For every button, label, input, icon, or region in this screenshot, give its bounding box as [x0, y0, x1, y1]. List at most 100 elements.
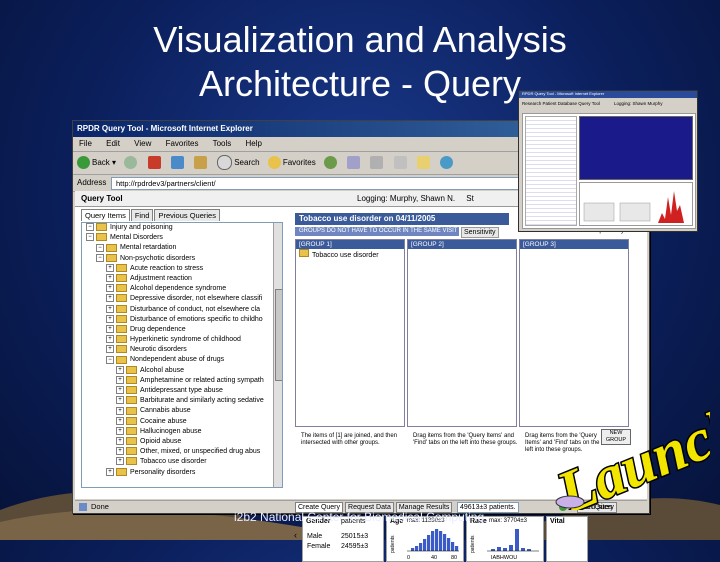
results-prev-arrow[interactable]: ‹ — [294, 530, 297, 540]
folder-icon — [126, 426, 137, 435]
tree-item[interactable]: + Depressive disorder, not elsewhere clas… — [82, 294, 282, 304]
expand-toggle-icon[interactable]: − — [106, 355, 114, 364]
expand-toggle-icon[interactable]: + — [116, 437, 124, 446]
tree-item[interactable]: + Cocaine abuse — [82, 416, 282, 427]
back-button[interactable]: Back ▾ — [77, 152, 116, 174]
messenger-button[interactable] — [440, 152, 455, 174]
forward-button[interactable] — [124, 152, 139, 174]
expand-toggle-icon[interactable]: + — [106, 314, 114, 323]
expand-toggle-icon[interactable]: + — [106, 294, 114, 303]
expand-toggle-icon[interactable]: − — [96, 253, 104, 262]
group-2[interactable]: [GROUP 2] — [407, 239, 517, 427]
favorites-star-icon — [267, 156, 281, 170]
tree-item[interactable]: + Disturbance of conduct, not elsewhere c… — [82, 304, 282, 315]
age-bar — [431, 531, 435, 551]
folder-icon — [126, 437, 137, 446]
folder-icon — [116, 345, 127, 354]
tree-item[interactable]: − Mental retardation — [82, 243, 282, 253]
tree-item[interactable]: + Neurotic disorders — [82, 345, 282, 355]
expand-toggle-icon[interactable]: + — [106, 284, 114, 293]
menu-file[interactable]: File — [79, 139, 92, 148]
expand-toggle-icon[interactable]: + — [106, 274, 114, 283]
tree-item[interactable]: + Alcohol dependence syndrome — [82, 284, 282, 294]
group-1[interactable]: [GROUP 1] Tobacco use disorder — [295, 239, 405, 427]
rocket-icon — [555, 495, 585, 509]
favorites-button[interactable]: Favorites — [267, 152, 316, 174]
tree-item[interactable]: + Acute reaction to stress — [82, 263, 282, 274]
expand-toggle-icon[interactable]: − — [86, 223, 94, 232]
edit-icon — [393, 156, 407, 170]
tree-item[interactable]: − Nondependent abuse of drugs — [82, 355, 282, 365]
tree-item[interactable]: + Cannabis abuse — [82, 406, 282, 416]
tree-item[interactable]: + Antidepressant type abuse — [82, 386, 282, 396]
tree-item[interactable]: + Alcohol abuse — [82, 365, 282, 376]
tree-item-label: Alcohol abuse — [140, 366, 184, 374]
menu-favorites[interactable]: Favorites — [166, 139, 199, 148]
query-constraint[interactable]: GROUPS DO NOT HAVE TO OCCUR IN THE SAME … — [295, 227, 459, 236]
sensitivity-control[interactable]: Sensitivity — [461, 227, 499, 238]
expand-toggle-icon[interactable]: + — [106, 467, 114, 476]
tree-item[interactable]: + Barbiturate and similarly acting sedati… — [82, 396, 282, 406]
expand-toggle-icon[interactable]: + — [106, 345, 114, 354]
folder-icon — [126, 416, 137, 425]
tree-item[interactable]: + Other, mixed, or unspecified drug abus — [82, 447, 282, 457]
tab-previous-queries[interactable]: Previous Queries — [154, 209, 220, 221]
tree-item[interactable]: + Disturbance of emotions specific to chi… — [82, 314, 282, 325]
folder-icon — [116, 355, 127, 364]
group-1-item[interactable]: Tobacco use disorder — [296, 249, 404, 261]
folder-icon — [126, 396, 137, 405]
tree-item[interactable]: + Tobacco use disorder — [82, 457, 282, 467]
expand-toggle-icon[interactable]: + — [106, 335, 114, 344]
history-button[interactable] — [323, 152, 339, 174]
folder-icon — [116, 274, 127, 283]
expand-toggle-icon[interactable]: − — [96, 243, 104, 252]
expand-toggle-icon[interactable]: + — [116, 396, 124, 405]
edit-button[interactable] — [393, 152, 409, 174]
expand-toggle-icon[interactable]: + — [116, 386, 124, 395]
male-value: 25015±3 — [341, 533, 369, 540]
expand-toggle-icon[interactable]: + — [116, 457, 124, 466]
menu-tools[interactable]: Tools — [213, 139, 232, 148]
query-name[interactable]: Tobacco use disorder on 04/11/2005 — [295, 213, 509, 225]
tree-item[interactable]: + Hyperkinetic syndrome of childhood — [82, 335, 282, 345]
expand-toggle-icon[interactable]: − — [86, 233, 94, 242]
tree-item-label: Amphetamine or related acting sympath — [140, 376, 264, 384]
app-title: Query Tool — [81, 194, 123, 203]
tree-item[interactable]: + Opioid abuse — [82, 437, 282, 447]
tree-item[interactable]: + Hallucinogen abuse — [82, 426, 282, 437]
folder-icon — [126, 365, 137, 374]
expand-toggle-icon[interactable]: + — [106, 304, 114, 313]
tree-item[interactable]: − Mental Disorders — [82, 233, 282, 243]
tab-find[interactable]: Find — [130, 209, 154, 221]
expand-toggle-icon[interactable]: + — [116, 375, 124, 384]
male-label: Male — [307, 533, 323, 540]
folder-icon — [416, 156, 430, 170]
refresh-button[interactable] — [170, 152, 186, 174]
home-button[interactable] — [193, 152, 209, 174]
launch-text: Launch — [547, 392, 710, 510]
menu-help[interactable]: Help — [246, 139, 262, 148]
discuss-button[interactable] — [416, 152, 432, 174]
expand-toggle-icon[interactable]: + — [116, 426, 124, 435]
tree-item[interactable]: + Personality disorders — [82, 467, 282, 478]
stop-button[interactable] — [147, 152, 163, 174]
tree-item[interactable]: + Drug dependence — [82, 325, 282, 335]
tree-scrollbar[interactable] — [273, 223, 282, 487]
tree-item[interactable]: − Injury and poisoning — [82, 223, 282, 233]
tab-query-items[interactable]: Query Items — [81, 209, 130, 221]
tree-item[interactable]: + Amphetamine or related acting sympath — [82, 375, 282, 386]
expand-toggle-icon[interactable]: + — [116, 365, 124, 374]
expand-toggle-icon[interactable]: + — [116, 406, 124, 415]
tree-item[interactable]: + Adjustment reaction — [82, 274, 282, 284]
mail-button[interactable] — [347, 152, 362, 174]
menu-edit[interactable]: Edit — [106, 139, 120, 148]
expand-toggle-icon[interactable]: + — [116, 416, 124, 425]
tree-scroll-thumb[interactable] — [275, 289, 282, 381]
tree-item[interactable]: − Non-psychotic disorders — [82, 253, 282, 264]
expand-toggle-icon[interactable]: + — [106, 325, 114, 334]
expand-toggle-icon[interactable]: + — [106, 263, 114, 272]
search-button[interactable]: Search — [217, 152, 260, 174]
expand-toggle-icon[interactable]: + — [116, 447, 124, 456]
print-button[interactable] — [370, 152, 385, 174]
menu-view[interactable]: View — [134, 139, 151, 148]
